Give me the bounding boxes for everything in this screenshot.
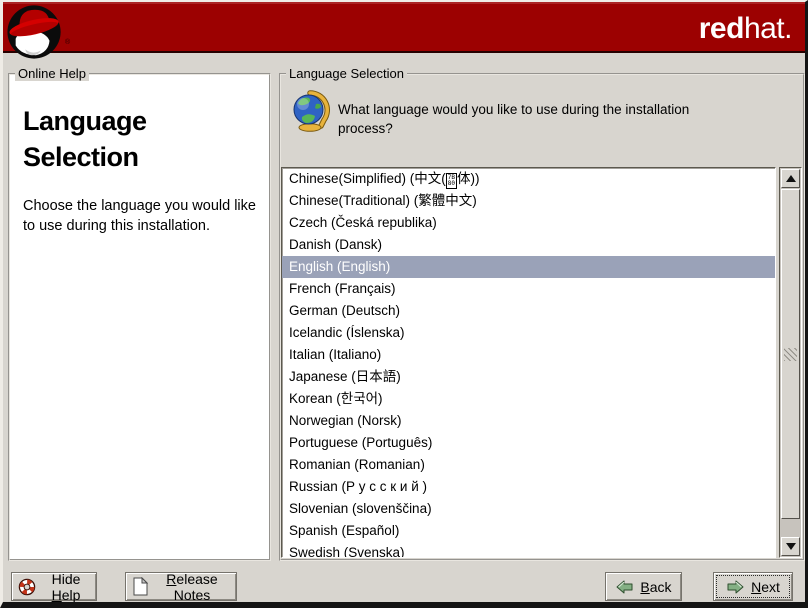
help-body-text: Choose the language you would like to us… xyxy=(23,196,256,236)
language-list-item[interactable]: Romanian (Romanian) xyxy=(282,454,775,476)
globe-icon xyxy=(289,90,331,132)
hide-help-label: Hide Help xyxy=(42,571,90,603)
back-button[interactable]: Back xyxy=(605,572,682,601)
language-list-scrollbar[interactable] xyxy=(779,167,802,558)
missing-glyph-box: 7B80 xyxy=(446,173,457,189)
life-preserver-icon xyxy=(18,578,36,596)
question-text: What language would you like to use duri… xyxy=(338,100,693,138)
back-label: Back xyxy=(640,579,671,595)
scrollbar-thumb[interactable] xyxy=(781,189,800,519)
online-help-panel: Online Help Language Selection Choose th… xyxy=(8,73,271,561)
language-list-item[interactable]: Chinese(Simplified) (中文(7B80体)) xyxy=(282,168,775,190)
language-list-item[interactable]: English (English) xyxy=(282,256,775,278)
arrow-down-icon xyxy=(786,543,796,550)
registered-trademark: ® xyxy=(65,39,70,46)
language-list-item[interactable]: Portuguese (Português) xyxy=(282,432,775,454)
scrollbar-up-button[interactable] xyxy=(781,169,800,188)
arrow-right-icon xyxy=(726,579,745,595)
hide-help-button[interactable]: Hide Help xyxy=(11,572,97,601)
arrow-up-icon xyxy=(786,175,796,182)
redhat-wordmark: redhat. xyxy=(699,14,792,44)
language-list-item[interactable]: French (Français) xyxy=(282,278,775,300)
language-list-item[interactable]: Icelandic (Íslenska) xyxy=(282,322,775,344)
language-list[interactable]: Chinese(Simplified) (中文(7B80体))Chinese(T… xyxy=(281,167,776,558)
language-list-item[interactable]: Slovenian (slovenščina) xyxy=(282,498,775,520)
help-title: Language Selection xyxy=(23,103,256,175)
language-list-item[interactable]: Russian (Р у с с к и й ) xyxy=(282,476,775,498)
wordmark-period: . xyxy=(784,12,792,45)
language-list-item[interactable]: Danish (Dansk) xyxy=(282,234,775,256)
language-list-item[interactable]: Japanese (日本語) xyxy=(282,366,775,388)
wordmark-hat: hat xyxy=(744,12,784,45)
redhat-shadowman-logo-icon xyxy=(6,3,64,61)
language-list-item[interactable]: Spanish (Español) xyxy=(282,520,775,542)
language-list-item[interactable]: Czech (Česká republika) xyxy=(282,212,775,234)
release-notes-button[interactable]: Release Notes xyxy=(125,572,237,601)
redhat-banner xyxy=(3,2,805,53)
language-selection-frame-label: Language Selection xyxy=(286,66,407,81)
language-list-item[interactable]: Korean (한국어) xyxy=(282,388,775,410)
scrollbar-grip xyxy=(784,348,797,361)
installer-window: ® redhat. Online Help Language Selection… xyxy=(0,0,808,608)
language-list-item[interactable]: Chinese(Traditional) (繁體中文) xyxy=(282,190,775,212)
language-list-item[interactable]: Italian (Italiano) xyxy=(282,344,775,366)
language-list-item[interactable]: Norwegian (Norsk) xyxy=(282,410,775,432)
next-label: Next xyxy=(751,579,780,595)
scrollbar-down-button[interactable] xyxy=(781,537,800,556)
arrow-left-icon xyxy=(615,579,634,595)
online-help-frame-label: Online Help xyxy=(15,66,89,81)
language-list-item[interactable]: Swedish (Svenska) xyxy=(282,542,775,558)
language-list-item[interactable]: German (Deutsch) xyxy=(282,300,775,322)
wordmark-red: red xyxy=(699,12,744,45)
release-notes-label: Release Notes xyxy=(154,571,230,603)
language-selection-panel: Language Selection What language would y… xyxy=(279,73,805,561)
document-icon xyxy=(132,577,148,596)
next-button[interactable]: Next xyxy=(713,572,793,601)
